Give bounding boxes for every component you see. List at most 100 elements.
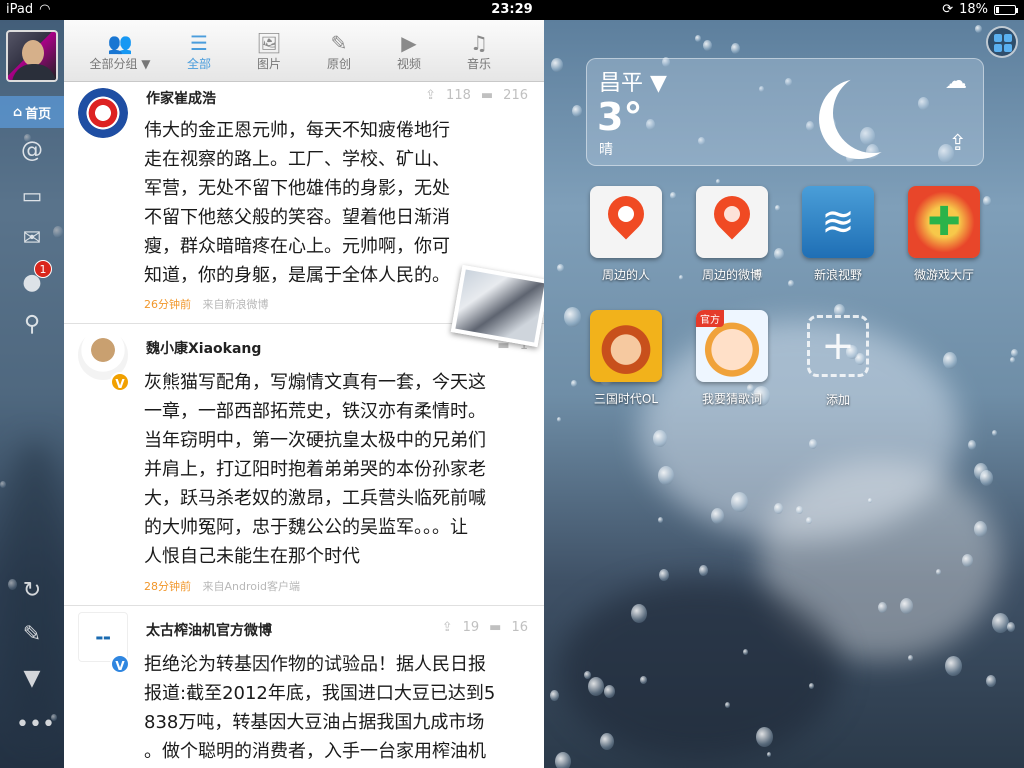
app-nearby-weibo[interactable]: 周边的微博: [682, 186, 782, 283]
raindrop: [703, 40, 712, 51]
search-icon[interactable]: ⚲: [16, 310, 48, 340]
post-text: 伟大的金正恩元帅，每天不知疲倦地行 走在视察的路上。工厂、学校、矿山、 军营，无…: [144, 116, 504, 290]
post-author[interactable]: 太古榨油机官方微博: [146, 620, 272, 640]
raindrop: [1011, 349, 1018, 357]
post-line: 伟大的金正恩元帅，每天不知疲倦地行: [144, 120, 450, 141]
more-icon[interactable]: •••: [16, 710, 55, 740]
raindrop: [658, 517, 663, 523]
raindrop: [992, 613, 1009, 633]
tab-all-groups[interactable]: 👥 全部分组 ▼: [76, 20, 164, 82]
tab-label: 全部: [186, 56, 211, 71]
raindrop: [980, 470, 993, 486]
feed-tab-bar: 👥 全部分组 ▼ ☰ 全部 🖼 图片 ✎ 原创 ▶ 视频 ♫ 音乐: [64, 20, 544, 82]
repost-count: 19: [462, 620, 480, 635]
post-line: 报道:截至2012年底，我国进口大豆已达到5: [144, 683, 496, 704]
comment-count-icon[interactable]: ▬: [481, 88, 493, 103]
weather-city[interactable]: 昌平 ▼: [599, 65, 667, 97]
raindrop: [936, 569, 941, 575]
raindrop: [908, 655, 913, 661]
raindrop: [557, 417, 561, 422]
raindrop: [962, 554, 973, 567]
post-avatar[interactable]: [78, 88, 128, 138]
post-line: 人恨自己未能生在那个时代: [144, 546, 360, 567]
repost-icon[interactable]: ⇪: [425, 88, 436, 103]
rotation-lock-icon: ⟳: [942, 2, 954, 17]
post-time: 28分钟前: [144, 580, 191, 593]
raindrop: [756, 727, 773, 747]
weather-cloud-icon[interactable]: ☁: [945, 69, 967, 94]
app-label: 添加: [825, 393, 850, 407]
post-stats: ⇪ 19 ▬ 16: [442, 620, 528, 635]
post-time: 26分钟前: [144, 298, 191, 311]
raindrop: [631, 604, 647, 623]
compose-icon[interactable]: ✎: [16, 620, 48, 650]
tab-video[interactable]: ▶ 视频: [374, 20, 444, 82]
post-line: 知道，你的身躯，是属于全体人民的。: [144, 265, 450, 286]
app-sina-vision[interactable]: ≋ 新浪视野: [788, 186, 888, 283]
post-line: 灰熊猫写配角，写煽情文真有一套，今天这: [144, 372, 486, 393]
app-guess-lyrics[interactable]: 官方 我要猜歌词: [682, 310, 782, 407]
raindrop: [767, 752, 771, 757]
nearby-people-icon: [590, 186, 662, 258]
user-avatar[interactable]: [6, 30, 58, 82]
notification-badge: 1: [34, 260, 52, 278]
post-line: 走在视察的路上。工厂、学校、矿山、: [144, 149, 450, 170]
raindrop: [588, 677, 604, 696]
timeline-panel: 👥 全部分组 ▼ ☰ 全部 🖼 图片 ✎ 原创 ▶ 视频 ♫ 音乐 作家崔成浩 …: [64, 20, 544, 768]
status-bar: iPad ◠ 23:29 ⟳ 18%: [0, 0, 1024, 20]
comment-count-icon[interactable]: ▬: [489, 620, 501, 635]
tab-label: 全部分组 ▼: [89, 56, 151, 71]
tab-pictures[interactable]: 🖼 图片: [234, 20, 304, 82]
clock: 23:29: [491, 2, 533, 17]
raindrop: [640, 676, 647, 684]
raindrop: [992, 430, 997, 436]
feed-post[interactable]: V 魏小康Xiaokang ▬ 1 灰熊猫写配角，写煽情文真有一套，今天这 一章…: [64, 324, 544, 606]
raindrop: [986, 675, 996, 687]
post-source: 来自新浪微博: [202, 298, 269, 311]
post-line: 拒绝沦为转基因作物的试验品！据人民日报: [144, 654, 486, 675]
raindrop: [806, 517, 812, 524]
raindrop: [731, 43, 740, 54]
raindrop: [725, 702, 730, 708]
mention-icon[interactable]: @: [16, 136, 48, 166]
sidebar-item-home[interactable]: ⌂ 首页: [0, 96, 64, 128]
left-sidebar: ⌂ 首页 @ ▭ ✉ ● 1 ⚲ ↻ ✎ ▼ •••: [0, 20, 64, 768]
raindrop: [868, 498, 872, 503]
post-line: 一章，一部西部拓荒史，铁汉亦有柔情时。: [144, 401, 486, 422]
raindrop: [975, 25, 982, 33]
post-author[interactable]: 魏小康Xiaokang: [146, 338, 261, 358]
message-icon[interactable]: ✉: [16, 224, 48, 254]
theme-shirt-icon[interactable]: ▼: [16, 664, 48, 694]
refresh-icon[interactable]: ↻: [16, 576, 48, 606]
raindrop: [550, 690, 559, 701]
comment-count: 216: [503, 88, 528, 103]
app-nearby-people[interactable]: 周边的人: [576, 186, 676, 283]
repost-icon[interactable]: ⇪: [442, 620, 453, 635]
tab-original[interactable]: ✎ 原创: [304, 20, 374, 82]
post-author[interactable]: 作家崔成浩: [146, 88, 216, 108]
post-line: 大，跃马杀老奴的激昂，工兵营头临死前喊: [144, 488, 486, 509]
app-add[interactable]: + 添加: [788, 310, 888, 408]
raindrop: [809, 683, 814, 689]
post-line: 瘦，群众暗暗疼在心上。元帅啊，你可: [144, 236, 450, 257]
feed-post[interactable]: ▬▬ V 太古榨油机官方微博 ⇪ 19 ▬ 16 拒绝沦为转基因作物的试验品！据…: [64, 606, 544, 768]
sanguo-game-icon: [590, 310, 662, 382]
official-tag: 官方: [696, 310, 724, 327]
app-grid-toggle-button[interactable]: [986, 26, 1018, 58]
tab-label: 图片: [256, 56, 281, 71]
tab-label: 音乐: [466, 56, 491, 71]
app-game-hall[interactable]: ✚ 微游戏大厅: [894, 186, 994, 283]
game-hall-icon: ✚: [908, 186, 980, 258]
post-meta: 28分钟前 来自Android客户端: [144, 578, 300, 594]
raindrop: [900, 598, 913, 614]
tab-all[interactable]: ☰ 全部: [164, 20, 234, 82]
app-label: 我要猜歌词: [701, 392, 762, 406]
raindrop: [695, 35, 701, 42]
weather-widget[interactable]: 昌平 ▼ 3° 晴 ☁ ⇪: [586, 58, 984, 166]
post-source: 来自Android客户端: [202, 580, 301, 593]
tab-music[interactable]: ♫ 音乐: [444, 20, 514, 82]
comment-icon[interactable]: ▭: [16, 182, 48, 212]
app-sanguo-game[interactable]: 三国时代OL: [576, 310, 676, 407]
share-icon[interactable]: ⇪: [949, 131, 967, 156]
verified-badge-icon: V: [110, 654, 130, 674]
